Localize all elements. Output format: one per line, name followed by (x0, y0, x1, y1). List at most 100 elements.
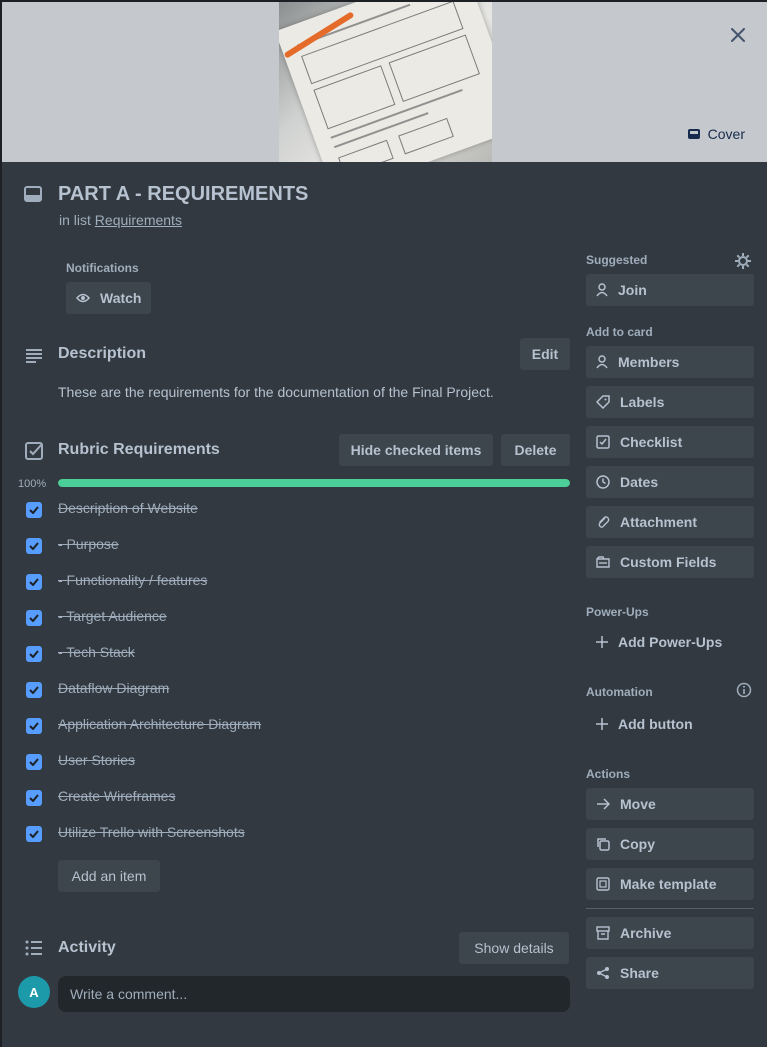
checklist-item-text[interactable]: - Tech Stack (58, 644, 135, 660)
check-icon (29, 650, 39, 658)
show-details-button[interactable]: Show details (459, 932, 569, 964)
checklist-button[interactable]: Checklist (586, 426, 754, 458)
activity-icon (25, 940, 42, 956)
checklist-item-text[interactable]: Create Wireframes (58, 788, 175, 804)
watch-button[interactable]: Watch (66, 282, 151, 314)
clock-icon (596, 475, 610, 489)
checklist-item-text[interactable]: Description of Website (58, 500, 198, 516)
check-icon (29, 830, 39, 838)
checklist-item[interactable]: Create Wireframes (26, 787, 175, 809)
share-button[interactable]: Share (586, 957, 754, 989)
checklist-item[interactable]: Application Architecture Diagram (26, 715, 261, 737)
copy-icon (596, 837, 610, 851)
checklist-label: Checklist (620, 434, 683, 450)
checkbox[interactable] (26, 646, 42, 662)
avatar[interactable]: A (18, 976, 50, 1008)
members-label: Members (618, 354, 680, 370)
checkbox[interactable] (26, 538, 42, 554)
gear-icon (735, 253, 751, 269)
checklist-item[interactable]: User Stories (26, 751, 135, 773)
labels-button[interactable]: Labels (586, 386, 754, 418)
cover-label: Cover (707, 126, 745, 142)
check-icon (29, 542, 39, 550)
checkbox[interactable] (26, 610, 42, 626)
powerups-label: Power-Ups (586, 605, 649, 619)
checklist-item-text[interactable]: Dataflow Diagram (58, 680, 169, 696)
checkbox[interactable] (26, 502, 42, 518)
card-title[interactable]: PART A - REQUIREMENTS (58, 183, 308, 206)
checkbox[interactable] (26, 718, 42, 734)
eye-icon (76, 293, 90, 303)
checklist-item-text[interactable]: - Functionality / features (58, 572, 207, 588)
suggested-label: Suggested (586, 253, 648, 267)
checklist-title[interactable]: Rubric Requirements (58, 441, 220, 459)
checklist-item[interactable]: Utilize Trello with Screenshots (26, 823, 245, 845)
join-label: Join (618, 282, 647, 298)
hide-checked-button[interactable]: Hide checked items (339, 434, 493, 466)
checkbox[interactable] (26, 682, 42, 698)
paperclip-icon (596, 515, 610, 529)
custom-fields-button[interactable]: Custom Fields (586, 546, 754, 578)
checklist-icon (25, 442, 43, 460)
checklist-item[interactable]: - Target Audience (26, 607, 167, 629)
add-item-button[interactable]: Add an item (58, 860, 160, 892)
checklist-item-text[interactable]: - Target Audience (58, 608, 167, 624)
checkbox[interactable] (26, 790, 42, 806)
close-button[interactable] (723, 20, 753, 50)
actions-label: Actions (586, 767, 631, 781)
archive-button[interactable]: Archive (586, 917, 754, 949)
activity-title: Activity (58, 939, 116, 956)
move-label: Move (620, 796, 656, 812)
list-breadcrumb: in list Requirements (59, 212, 182, 228)
make-template-button[interactable]: Make template (586, 868, 754, 900)
notifications-label: Notifications (66, 261, 139, 275)
members-button[interactable]: Members (586, 346, 754, 378)
checklist-item-text[interactable]: Application Architecture Diagram (58, 716, 261, 732)
cover-image (279, 2, 492, 162)
dates-label: Dates (620, 474, 659, 490)
archive-label: Archive (620, 925, 672, 941)
dates-button[interactable]: Dates (586, 466, 754, 498)
info-icon (736, 682, 752, 698)
edit-description-button[interactable]: Edit (520, 338, 570, 370)
move-button[interactable]: Move (586, 788, 754, 820)
checklist-item[interactable]: - Purpose (26, 535, 119, 557)
comment-input[interactable]: Write a comment... (58, 976, 570, 1012)
custom-fields-label: Custom Fields (620, 554, 717, 570)
archive-icon (596, 926, 610, 940)
checklist-item-text[interactable]: User Stories (58, 752, 135, 768)
check-icon (29, 578, 39, 586)
cover-icon (687, 129, 700, 139)
checklist-item[interactable]: - Tech Stack (26, 643, 135, 665)
checklist-item-text[interactable]: - Purpose (58, 536, 119, 552)
checklist-item[interactable]: Dataflow Diagram (26, 679, 169, 701)
description-text[interactable]: These are the requirements for the docum… (58, 384, 494, 400)
join-button[interactable]: Join (586, 274, 754, 306)
delete-checklist-button[interactable]: Delete (501, 434, 570, 466)
checklist-item[interactable]: - Functionality / features (26, 571, 207, 593)
checklist-item-text[interactable]: Utilize Trello with Screenshots (58, 824, 245, 840)
check-icon (29, 758, 39, 766)
checklist-item[interactable]: Description of Website (26, 499, 198, 521)
check-icon (29, 506, 39, 514)
card-cover: Cover (2, 2, 767, 162)
checkbox[interactable] (26, 574, 42, 590)
list-link[interactable]: Requirements (95, 212, 182, 228)
add-powerups-button[interactable]: Add Power-Ups (586, 626, 754, 658)
add-powerups-label: Add Power-Ups (618, 634, 723, 650)
automation-info-button[interactable] (736, 682, 752, 698)
watch-label: Watch (100, 290, 142, 306)
checklist-progress-bar (58, 479, 570, 487)
attachment-button[interactable]: Attachment (586, 506, 754, 538)
automation-label: Automation (586, 685, 653, 699)
checklist-progress-fill (58, 479, 570, 487)
cover-button[interactable]: Cover (680, 120, 753, 148)
in-list-prefix: in list (59, 212, 91, 228)
share-label: Share (620, 965, 659, 981)
settings-gear-button[interactable] (734, 252, 752, 270)
checkbox[interactable] (26, 754, 42, 770)
person-icon (596, 283, 608, 297)
checkbox[interactable] (26, 826, 42, 842)
add-button-button[interactable]: Add button (586, 708, 754, 740)
copy-button[interactable]: Copy (586, 828, 754, 860)
